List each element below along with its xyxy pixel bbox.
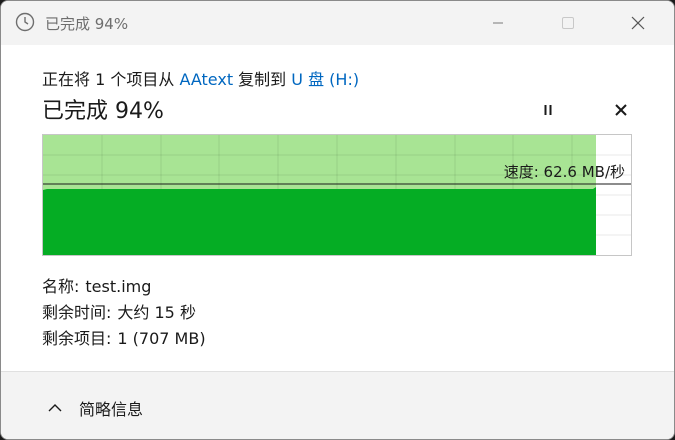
items-label: 剩余项目: <box>42 329 112 348</box>
copy-progress-window: 已完成 94% 正在将 1 个项目从 AAtext 复制到 U 盘 (H:) 已… <box>0 0 675 440</box>
copy-description: 正在将 1 个项目从 AAtext 复制到 U 盘 (H:) <box>42 66 359 90</box>
fewer-details-toggle[interactable]: 简略信息 <box>47 396 143 420</box>
detail-time-row: 剩余时间: 大约 15 秒 <box>42 299 196 323</box>
chevron-up-icon <box>48 404 62 412</box>
name-label: 名称: <box>42 277 80 296</box>
speed-area <box>43 187 596 255</box>
name-value: test.img <box>85 277 152 296</box>
window-close-button[interactable] <box>615 1 661 45</box>
cancel-button[interactable] <box>607 97 635 123</box>
copy-prefix: 正在将 1 个项目从 <box>42 70 180 89</box>
progress-heading: 已完成 94% <box>42 99 164 124</box>
close-icon <box>631 16 645 30</box>
pause-button[interactable] <box>534 97 562 123</box>
detail-items-row: 剩余项目: 1 (707 MB) <box>42 325 206 349</box>
speed-label: 速度: 62.6 MB/秒 <box>503 163 625 181</box>
minimize-button[interactable] <box>475 1 521 45</box>
window-title: 已完成 94% <box>45 15 129 33</box>
detail-name-row: 名称: test.img <box>42 273 151 297</box>
maximize-icon <box>562 17 574 29</box>
time-value: 大约 15 秒 <box>117 303 196 322</box>
title-bar[interactable]: 已完成 94% <box>1 1 674 45</box>
fewer-details-label: 简略信息 <box>79 400 144 419</box>
speed-graph-canvas <box>43 135 631 255</box>
destination-drive-link[interactable]: U 盘 (H:) <box>291 70 359 89</box>
minimize-icon <box>493 22 503 24</box>
copy-middle: 复制到 <box>233 70 292 89</box>
speed-graph: 速度: 62.6 MB/秒 <box>42 134 632 256</box>
source-folder-link[interactable]: AAtext <box>179 70 233 89</box>
items-value: 1 (707 MB) <box>117 329 206 348</box>
footer-bar: 简略信息 <box>1 371 674 439</box>
clock-icon <box>15 12 35 32</box>
maximize-button <box>545 1 591 45</box>
time-label: 剩余时间: <box>42 303 112 322</box>
close-icon <box>615 104 627 116</box>
pause-icon <box>544 105 552 115</box>
